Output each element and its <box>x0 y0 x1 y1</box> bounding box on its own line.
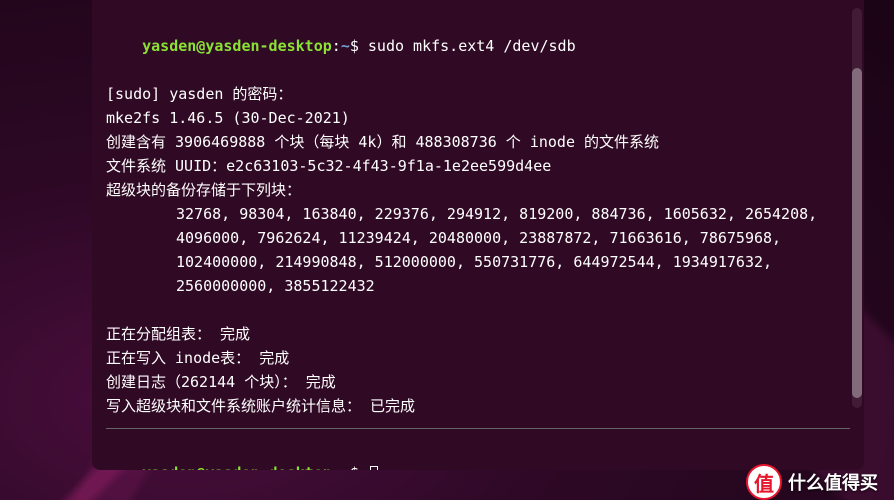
terminal-scrollbar[interactable] <box>852 8 862 408</box>
scrollbar-thumb[interactable] <box>852 68 862 398</box>
output-blocks-row2: 4096000, 7962624, 11239424, 20480000, 23… <box>106 226 850 250</box>
prompt-symbol: $ <box>350 464 359 470</box>
prompt-path: ~ <box>341 37 350 55</box>
output-mke2fs-version: mke2fs 1.46.5 (30-Dec-2021) <box>106 106 850 130</box>
prompt-user-host: yasden@yasden-desktop <box>142 464 332 470</box>
prompt-path: ~ <box>341 464 350 470</box>
output-superblock-header: 超级块的备份存储于下列块： <box>106 178 850 202</box>
prompt-separator: : <box>332 464 341 470</box>
cursor-icon <box>370 466 378 471</box>
output-sudo-prompt: [sudo] yasden 的密码： <box>106 82 850 106</box>
output-alloc-group: 正在分配组表： 完成 <box>106 322 850 346</box>
prompt-symbol: $ <box>350 37 359 55</box>
prompt-user-host: yasden@yasden-desktop <box>142 37 332 55</box>
output-write-superblock: 写入超级块和文件系统账户统计信息： 已完成 <box>106 394 850 418</box>
command-text: sudo mkfs.ext4 /dev/sdb <box>368 37 576 55</box>
watermark: 值 什么值得买 <box>746 464 878 500</box>
watermark-badge-icon: 值 <box>746 464 782 500</box>
output-blocks-row3: 102400000, 214990848, 512000000, 5507317… <box>106 250 850 274</box>
prompt-line-2[interactable]: yasden@yasden-desktop:~$ <box>106 437 850 470</box>
prompt-separator: : <box>332 37 341 55</box>
output-creating-fs: 创建含有 3906469888 个块（每块 4k）和 488308736 个 i… <box>106 130 850 154</box>
output-blocks-row1: 32768, 98304, 163840, 229376, 294912, 81… <box>106 202 850 226</box>
output-blocks-row4: 2560000000, 3855122432 <box>106 274 850 298</box>
output-write-inode: 正在写入 inode表： 完成 <box>106 346 850 370</box>
prompt-line-1: yasden@yasden-desktop:~$ sudo mkfs.ext4 … <box>106 10 850 82</box>
watermark-text: 什么值得买 <box>788 469 878 495</box>
output-create-journal: 创建日志（262144 个块）： 完成 <box>106 370 850 394</box>
output-uuid: 文件系统 UUID：e2c63103-5c32-4f43-9f1a-1e2ee5… <box>106 154 850 178</box>
terminal-divider <box>106 428 850 429</box>
blank-line <box>106 298 850 322</box>
terminal-window[interactable]: yasden@yasden-desktop:~$ sudo mkfs.ext4 … <box>92 0 864 470</box>
